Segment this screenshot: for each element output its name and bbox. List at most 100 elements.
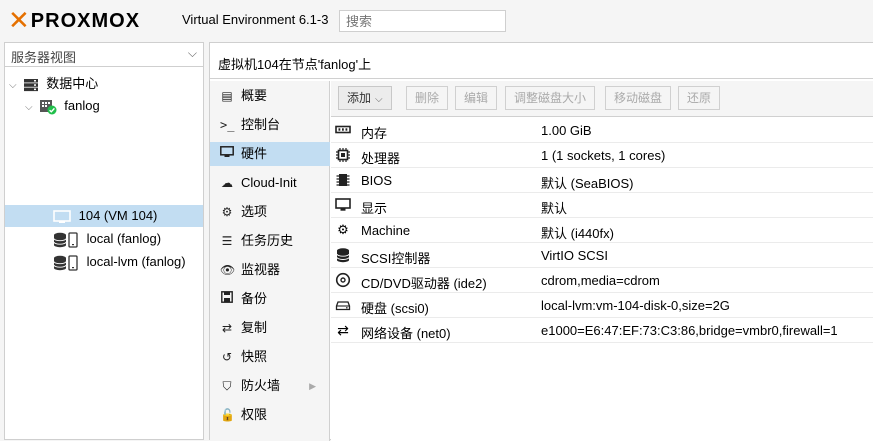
add-button-label: 添加	[347, 91, 372, 105]
storage-icon	[53, 231, 78, 248]
nav-item-console[interactable]: >_ 控制台	[210, 113, 330, 137]
nav-item-cloud-init[interactable]: ☁ Cloud-Init	[210, 171, 330, 195]
hardware-value: 默认	[541, 201, 568, 216]
tree-node-fanlog[interactable]: ⌵ fanlog	[25, 95, 203, 117]
shield-icon: ⛉	[222, 379, 232, 393]
hardware-row-network[interactable]: ⇄ 网络设备 (net0) e1000=E6:47:EF:73:C3:86,br…	[331, 318, 873, 343]
nav-item-hardware[interactable]: 硬件	[210, 142, 330, 166]
nav-item-label: 权限	[241, 407, 268, 422]
logo-text: PROXMOX	[30, 10, 141, 32]
add-button[interactable]: 添加 ⌵	[338, 86, 392, 110]
desktop-icon	[53, 209, 71, 223]
eye-icon: 👁	[220, 263, 236, 277]
nav-item-label: 选项	[241, 204, 268, 219]
nav-item-task-history[interactable]: ☰ 任务历史	[210, 229, 330, 253]
hardware-row-scsi-controller[interactable]: SCSI控制器 VirtIO SCSI	[331, 243, 873, 268]
hardware-row-memory[interactable]: 内存 1.00 GiB	[331, 118, 873, 143]
nav-item-backup[interactable]: 备份	[210, 287, 330, 311]
hardware-key: 显示	[361, 201, 388, 216]
remove-button[interactable]: 删除	[406, 86, 449, 110]
hardware-row-machine[interactable]: ⚙ Machine 默认 (i440fx)	[331, 218, 873, 243]
exchange-icon: ⇄	[337, 322, 349, 338]
hardware-row-display[interactable]: 显示 默认	[331, 193, 873, 218]
nav-item-replication[interactable]: ⇄ 复制	[210, 316, 330, 340]
unlock-icon: 🔓	[220, 408, 235, 422]
revert-button[interactable]: 还原	[678, 86, 721, 110]
gear-icon: ⚙	[221, 205, 233, 219]
nav-item-firewall[interactable]: ⛉ 防火墙 ▶	[210, 374, 330, 398]
version-label: Virtual Environment 6.1-3	[182, 12, 329, 27]
tree-label-vm: 104 (VM 104)	[78, 208, 158, 223]
proxmox-logo[interactable]: ✕ PROXMOX	[8, 8, 140, 34]
move-disk-button[interactable]: 移动磁盘	[605, 86, 672, 110]
hardware-value: e1000=E6:47:EF:73:C3:86,bridge=vmbr0,fir…	[541, 323, 838, 338]
hardware-row-bios[interactable]: BIOS 默认 (SeaBIOS)	[331, 168, 873, 193]
tree-node-vm-104[interactable]: 104 (VM 104)	[5, 205, 203, 227]
nav-item-permissions[interactable]: 🔓 权限	[210, 403, 330, 427]
tree-node-datacenter[interactable]: ⌵ 数据中心	[9, 73, 203, 95]
nav-item-label: 控制台	[241, 117, 281, 132]
hardware-row-processors[interactable]: 处理器 1 (1 sockets, 1 cores)	[331, 143, 873, 168]
hardware-value: 1.00 GiB	[541, 123, 592, 138]
nav-item-label: 备份	[241, 291, 268, 306]
tree-node-storage-local-lvm[interactable]: local-lvm (fanlog)	[53, 251, 203, 273]
hardware-key: 处理器	[361, 151, 401, 166]
hardware-value: 1 (1 sockets, 1 cores)	[541, 148, 666, 163]
hardware-key: Machine	[361, 223, 411, 238]
search-input[interactable]	[339, 10, 506, 32]
hardware-key: 硬盘 (scsi0)	[361, 301, 429, 316]
hardware-key: 内存	[361, 126, 388, 141]
microchip-icon	[336, 174, 350, 186]
view-selector[interactable]: 服务器视图 ⌵	[5, 43, 203, 67]
hardware-value: cdrom,media=cdrom	[541, 273, 660, 288]
hardware-key: 网络设备 (net0)	[361, 326, 451, 341]
list-icon: ☰	[221, 234, 233, 248]
nav-item-snapshots[interactable]: ↺ 快照	[210, 345, 330, 369]
cloud-icon: ☁	[221, 176, 233, 190]
panel-title-bar: 虚拟机104在节点'fanlog'上	[210, 43, 873, 79]
history-icon: ↺	[221, 350, 233, 364]
vm-detail-panel: 虚拟机104在节点'fanlog'上 ▤ 概要 >_ 控制台 硬件 ☁ Cloud-I…	[209, 42, 873, 441]
hardware-value: local-lvm:vm-104-disk-0,size=2G	[541, 298, 730, 313]
vm-sub-navigation: ▤ 概要 >_ 控制台 硬件 ☁ Cloud-Init ⚙ 选项 ☰ 任务历史 👁 监视器 …	[210, 81, 330, 441]
nav-item-summary[interactable]: ▤ 概要	[210, 84, 330, 108]
proxmox-x-icon: ✕	[8, 6, 30, 36]
nav-item-label: 防火墙	[241, 378, 281, 393]
node-online-icon	[39, 99, 57, 115]
hardware-key: BIOS	[361, 173, 393, 188]
memory-icon	[335, 125, 351, 134]
nav-item-label: 任务历史	[241, 233, 294, 248]
hardware-row-hard-disk[interactable]: 硬盘 (scsi0) local-lvm:vm-104-disk-0,size=…	[331, 293, 873, 318]
cogs-icon: ⚙	[337, 222, 349, 237]
hardware-toolbar: 添加 ⌵ 删除 编辑 调整磁盘大小 移动磁盘 还原	[331, 81, 873, 117]
storage-icon	[53, 254, 78, 271]
nav-item-label: 快照	[241, 349, 268, 364]
server-rack-icon	[23, 78, 38, 91]
chevron-down-icon: ⌵	[375, 94, 383, 105]
hardware-key: SCSI控制器	[361, 251, 431, 266]
database-icon	[336, 248, 350, 263]
monitor-icon	[335, 198, 351, 211]
hardware-value: 默认 (i440fx)	[541, 226, 614, 241]
resize-disk-button[interactable]: 调整磁盘大小	[505, 86, 596, 110]
book-icon: ▤	[221, 89, 233, 103]
tree-label-storage: local (fanlog)	[86, 231, 162, 246]
edit-button[interactable]: 编辑	[455, 86, 498, 110]
collapse-toggle-icon[interactable]: ⌵	[9, 75, 19, 97]
top-header: ✕ PROXMOX Virtual Environment 6.1-3	[0, 0, 873, 40]
terminal-icon: >_	[220, 118, 235, 132]
collapse-toggle-icon[interactable]: ⌵	[25, 97, 35, 119]
nav-item-label: 硬件	[241, 146, 268, 161]
nav-item-label: 监视器	[241, 262, 281, 277]
chevron-down-icon[interactable]: ⌵	[188, 46, 197, 61]
nav-item-options[interactable]: ⚙ 选项	[210, 200, 330, 224]
floppy-icon	[220, 287, 234, 311]
hardware-value: 默认 (SeaBIOS)	[541, 176, 634, 191]
hardware-row-cdrom[interactable]: CD/DVD驱动器 (ide2) cdrom,media=cdrom	[331, 268, 873, 293]
nav-item-label: 概要	[241, 88, 268, 103]
cpu-icon	[336, 148, 350, 162]
nav-item-monitor[interactable]: 👁 监视器	[210, 258, 330, 282]
nav-item-label: Cloud-Init	[241, 175, 297, 190]
expand-arrow-icon[interactable]: ▶	[309, 374, 316, 398]
tree-node-storage-local[interactable]: local (fanlog)	[53, 228, 203, 250]
